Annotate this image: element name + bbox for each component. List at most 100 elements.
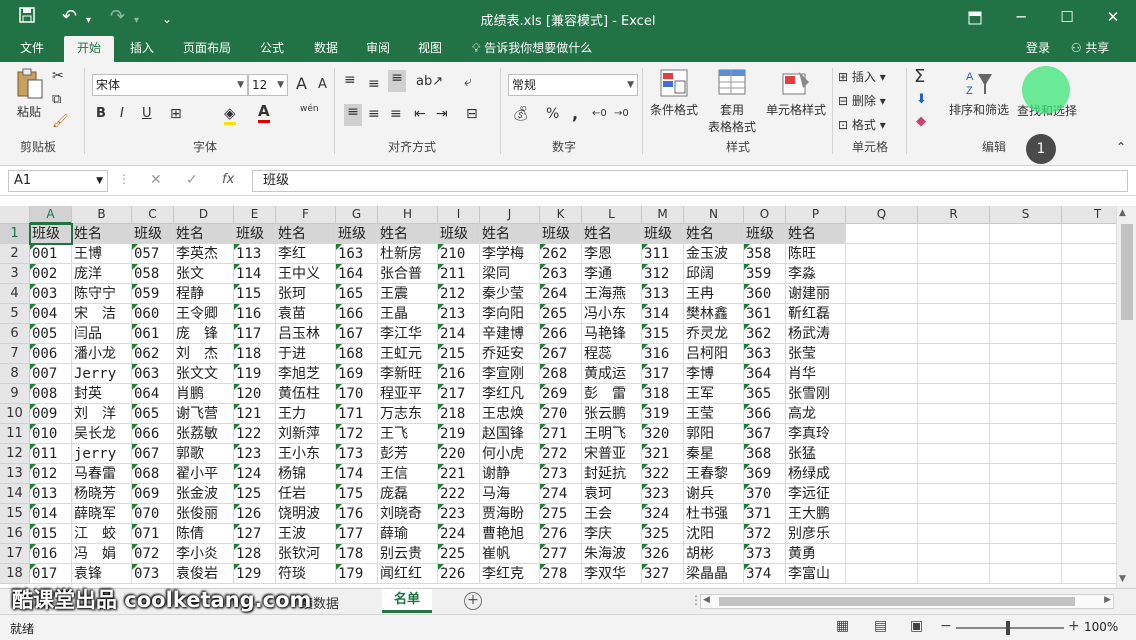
cell-n6[interactable]: 乔灵龙	[684, 324, 744, 344]
cell-g17[interactable]: 178	[336, 544, 378, 564]
row-header-10[interactable]: 10	[0, 404, 30, 424]
cell-f16[interactable]: 王波	[276, 524, 336, 544]
row-header-7[interactable]: 7	[0, 344, 30, 364]
cell-b5[interactable]: 宋 洁	[72, 304, 132, 324]
cell-r2[interactable]	[918, 244, 990, 264]
cell-m12[interactable]: 321	[642, 444, 684, 464]
column-header-p[interactable]: P	[786, 206, 846, 224]
cell-k10[interactable]: 270	[540, 404, 582, 424]
tab-data[interactable]: 数据	[306, 36, 346, 62]
cell-c14[interactable]: 069	[132, 484, 174, 504]
cell-e1[interactable]: 班级	[234, 224, 276, 244]
cell-i18[interactable]: 226	[438, 564, 480, 584]
cell-h12[interactable]: 彭芳	[378, 444, 438, 464]
format-as-table-button[interactable]: 套用 表格格式	[704, 68, 760, 135]
cell-q6[interactable]	[846, 324, 918, 344]
cell-t17[interactable]	[1062, 544, 1116, 564]
cell-i1[interactable]: 班级	[438, 224, 480, 244]
cell-m2[interactable]: 311	[642, 244, 684, 264]
cell-a13[interactable]: 012	[30, 464, 72, 484]
cell-a5[interactable]: 004	[30, 304, 72, 324]
cell-k9[interactable]: 269	[540, 384, 582, 404]
cell-s2[interactable]	[990, 244, 1062, 264]
cell-s14[interactable]	[990, 484, 1062, 504]
cell-t15[interactable]	[1062, 504, 1116, 524]
cell-r4[interactable]	[918, 284, 990, 304]
cell-h3[interactable]: 张合普	[378, 264, 438, 284]
cell-e5[interactable]: 116	[234, 304, 276, 324]
column-header-c[interactable]: C	[132, 206, 174, 224]
paste-button[interactable]: 粘贴	[12, 68, 46, 132]
cell-s13[interactable]	[990, 464, 1062, 484]
cell-h8[interactable]: 李新旺	[378, 364, 438, 384]
cell-f15[interactable]: 饶明波	[276, 504, 336, 524]
cell-i9[interactable]: 217	[438, 384, 480, 404]
cell-s4[interactable]	[990, 284, 1062, 304]
row-header-8[interactable]: 8	[0, 364, 30, 384]
cell-m8[interactable]: 317	[642, 364, 684, 384]
autosum-button[interactable]: Σ	[914, 66, 925, 87]
cell-n13[interactable]: 王春黎	[684, 464, 744, 484]
cell-s10[interactable]	[990, 404, 1062, 424]
cell-q3[interactable]	[846, 264, 918, 284]
cell-q13[interactable]	[846, 464, 918, 484]
cell-q4[interactable]	[846, 284, 918, 304]
cell-h6[interactable]: 李江华	[378, 324, 438, 344]
cell-d11[interactable]: 张荔敏	[174, 424, 234, 444]
cell-r3[interactable]	[918, 264, 990, 284]
cell-k8[interactable]: 268	[540, 364, 582, 384]
zoom-level[interactable]: 100%	[1084, 620, 1118, 634]
cell-e16[interactable]: 127	[234, 524, 276, 544]
cell-e6[interactable]: 117	[234, 324, 276, 344]
cell-o15[interactable]: 371	[744, 504, 786, 524]
cell-l3[interactable]: 李通	[582, 264, 642, 284]
cell-g10[interactable]: 171	[336, 404, 378, 424]
cell-d6[interactable]: 庞 锋	[174, 324, 234, 344]
cell-j11[interactable]: 赵国锋	[480, 424, 540, 444]
cell-o12[interactable]: 368	[744, 444, 786, 464]
cell-k14[interactable]: 274	[540, 484, 582, 504]
cell-r6[interactable]	[918, 324, 990, 344]
cell-c10[interactable]: 065	[132, 404, 174, 424]
add-sheet-icon[interactable]: +	[464, 592, 482, 610]
cell-q1[interactable]	[846, 224, 918, 244]
column-header-t[interactable]: T	[1062, 206, 1116, 224]
cell-r16[interactable]	[918, 524, 990, 544]
conditional-formatting-button[interactable]: 条件格式	[648, 68, 700, 118]
cell-c1[interactable]: 班级	[132, 224, 174, 244]
cell-c13[interactable]: 068	[132, 464, 174, 484]
cell-c16[interactable]: 071	[132, 524, 174, 544]
cell-r11[interactable]	[918, 424, 990, 444]
cell-f6[interactable]: 吕玉林	[276, 324, 336, 344]
cell-i7[interactable]: 215	[438, 344, 480, 364]
cell-p5[interactable]: 靳红磊	[786, 304, 846, 324]
cell-k15[interactable]: 275	[540, 504, 582, 524]
cell-s3[interactable]	[990, 264, 1062, 284]
cell-b8[interactable]: Jerry	[72, 364, 132, 384]
cell-r10[interactable]	[918, 404, 990, 424]
cell-e9[interactable]: 120	[234, 384, 276, 404]
cell-d1[interactable]: 姓名	[174, 224, 234, 244]
align-center-icon[interactable]: ≡	[368, 106, 380, 122]
cell-m16[interactable]: 325	[642, 524, 684, 544]
cell-a14[interactable]: 013	[30, 484, 72, 504]
column-header-h[interactable]: H	[378, 206, 438, 224]
cell-h16[interactable]: 薛瑜	[378, 524, 438, 544]
scroll-up-icon[interactable]: ▲	[1119, 208, 1126, 218]
close-button[interactable]: ✕	[1090, 0, 1136, 36]
column-header-k[interactable]: K	[540, 206, 582, 224]
cell-n8[interactable]: 李博	[684, 364, 744, 384]
cell-p15[interactable]: 王大鹏	[786, 504, 846, 524]
cell-t12[interactable]	[1062, 444, 1116, 464]
tab-review[interactable]: 审阅	[358, 36, 398, 62]
cell-d4[interactable]: 程静	[174, 284, 234, 304]
cell-l15[interactable]: 王会	[582, 504, 642, 524]
vertical-scrollbar[interactable]: ▲ ▼	[1116, 206, 1136, 588]
cell-j4[interactable]: 秦少莹	[480, 284, 540, 304]
cell-n11[interactable]: 郭阳	[684, 424, 744, 444]
cell-a12[interactable]: 011	[30, 444, 72, 464]
cell-m14[interactable]: 323	[642, 484, 684, 504]
cell-m11[interactable]: 320	[642, 424, 684, 444]
cell-p9[interactable]: 张雪刚	[786, 384, 846, 404]
cell-r17[interactable]	[918, 544, 990, 564]
